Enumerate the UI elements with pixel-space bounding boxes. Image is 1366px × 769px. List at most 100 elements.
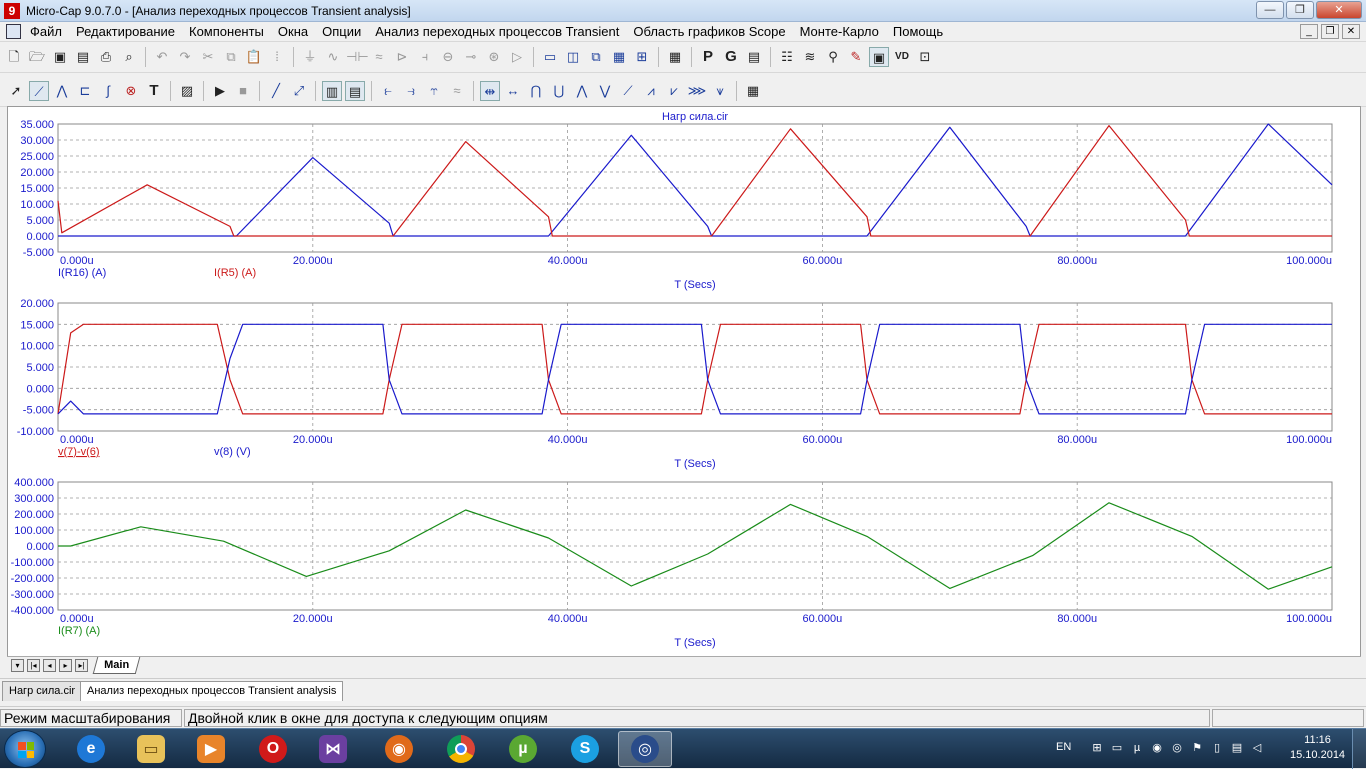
vd-icon[interactable]: VD bbox=[892, 47, 912, 67]
run-icon[interactable]: ▶ bbox=[210, 81, 230, 101]
plot-panel-2[interactable]: 20.000 15.000 10.000 5.000 0.000 -5.000 -10.00… bbox=[17, 298, 1333, 470]
microcap-icon[interactable]: ◎ bbox=[618, 731, 672, 767]
plot-window[interactable]: Нагр сила.cir 35.000 30.000 25.000 20.000 15.… bbox=[7, 106, 1361, 674]
resistor-icon[interactable]: ∿ bbox=[323, 47, 343, 67]
chrome-icon[interactable] bbox=[434, 731, 488, 767]
legend-label[interactable]: I(R5) (A) bbox=[214, 267, 256, 279]
tray-disc-icon[interactable]: ◎ bbox=[1170, 741, 1184, 755]
capacitor-icon[interactable]: ⊣⊢ bbox=[346, 47, 369, 67]
diode-icon[interactable]: ⊳ bbox=[392, 47, 412, 67]
legend-label[interactable]: v(8) (V) bbox=[214, 446, 251, 458]
plot-area[interactable]: Нагр сила.cir 35.000 30.000 25.000 20.000 15.… bbox=[8, 107, 1360, 657]
plot-layout-4-icon[interactable]: ▦ bbox=[609, 47, 629, 67]
menu-help[interactable]: Помощь bbox=[893, 24, 943, 39]
probe-icon[interactable]: ⚲ bbox=[823, 47, 843, 67]
tray-volume-icon[interactable]: ◁ bbox=[1250, 741, 1264, 755]
open-icon[interactable]: 🗁 bbox=[27, 47, 47, 67]
tab-main[interactable]: Main bbox=[92, 657, 141, 674]
menu-monte-carlo[interactable]: Монте-Карло bbox=[800, 24, 879, 39]
grid-horizontal-icon[interactable]: ▤ bbox=[345, 81, 365, 101]
internet-explorer-icon[interactable]: e bbox=[64, 731, 118, 767]
show-desktop-button[interactable] bbox=[1352, 729, 1366, 769]
print-icon[interactable]: ⎙ bbox=[96, 47, 116, 67]
numeric-output-icon[interactable]: ☷ bbox=[777, 47, 797, 67]
legend-label[interactable]: I(R16) (A) bbox=[58, 267, 106, 279]
max-icon[interactable]: ⋂ bbox=[526, 81, 546, 101]
next-point-icon[interactable]: ↔ bbox=[503, 81, 523, 101]
next-peak-icon[interactable]: ⋀ bbox=[572, 81, 592, 101]
opamp-icon[interactable]: ▷ bbox=[507, 47, 527, 67]
menu-scope[interactable]: Область графиков Scope bbox=[633, 24, 785, 39]
maximize-button[interactable]: ❐ bbox=[1286, 1, 1314, 19]
save-all-icon[interactable]: ▤ bbox=[73, 47, 93, 67]
tray-app-icon[interactable]: ◉ bbox=[1150, 741, 1164, 755]
media-player-icon[interactable]: ▶ bbox=[184, 731, 238, 767]
firefox-icon[interactable]: ◉ bbox=[372, 731, 426, 767]
stop-icon[interactable]: ■ bbox=[233, 81, 253, 101]
opera-icon[interactable]: O bbox=[246, 731, 300, 767]
close-button[interactable]: ✕ bbox=[1316, 1, 1362, 19]
pen-icon[interactable]: ✎ bbox=[846, 47, 866, 67]
minimize-button[interactable]: — bbox=[1256, 1, 1284, 19]
redo-icon[interactable]: ↷ bbox=[175, 47, 195, 67]
series-line[interactable] bbox=[58, 123, 1333, 237]
tray-flag-icon[interactable]: ⚑ bbox=[1190, 741, 1204, 755]
mdi-restore-button[interactable]: ❐ bbox=[1321, 24, 1339, 39]
cut-icon[interactable]: ✂ bbox=[198, 47, 218, 67]
start-button[interactable] bbox=[4, 730, 46, 768]
arrow-line-icon[interactable]: ⤢ bbox=[289, 81, 309, 101]
g-icon[interactable]: G bbox=[721, 47, 741, 67]
menu-file[interactable]: Файл bbox=[30, 24, 62, 39]
undo-icon[interactable]: ↶ bbox=[152, 47, 172, 67]
cursor-left-icon[interactable]: ⥼ bbox=[378, 81, 398, 101]
document-icon[interactable] bbox=[6, 24, 21, 39]
menu-windows[interactable]: Окна bbox=[278, 24, 308, 39]
scale-mode-icon[interactable]: ⟋ bbox=[29, 81, 49, 101]
line-icon[interactable]: ╱ bbox=[266, 81, 286, 101]
curve-icon[interactable]: ∫ bbox=[98, 81, 118, 101]
file-explorer-icon[interactable]: ▭ bbox=[124, 731, 178, 767]
plot-panel-1[interactable]: 35.000 30.000 25.000 20.000 15.000 10.000 5.00… bbox=[20, 119, 1333, 291]
plot-panel-3[interactable]: 400.000 300.000 200.000 100.000 0.000 -100.00… bbox=[11, 477, 1333, 649]
dropdown-arrow-icon[interactable]: ▾ bbox=[11, 659, 24, 672]
microcap-app-icon[interactable]: 9 bbox=[4, 3, 20, 19]
copy-icon[interactable]: ⧉ bbox=[221, 47, 241, 67]
mdi-minimize-button[interactable]: _ bbox=[1300, 24, 1318, 39]
utorrent-icon[interactable]: µ bbox=[496, 731, 550, 767]
p-icon[interactable]: P bbox=[698, 47, 718, 67]
print-preview-icon[interactable]: ⌕ bbox=[119, 47, 139, 67]
tray-network-icon[interactable]: ⊞ bbox=[1090, 741, 1104, 755]
inductor-icon[interactable]: ≈ bbox=[369, 47, 389, 67]
battery-icon[interactable]: ⫞ bbox=[415, 47, 435, 67]
npn-icon[interactable]: ⊸ bbox=[461, 47, 481, 67]
text-tool-icon[interactable]: T bbox=[144, 81, 164, 101]
legend-label[interactable]: v(7)-v(6) bbox=[58, 446, 100, 458]
min-icon[interactable]: ⋃ bbox=[549, 81, 569, 101]
properties-icon[interactable]: ▨ bbox=[177, 81, 197, 101]
tab-transient-analysis[interactable]: Анализ переходных процессов Transient an… bbox=[80, 681, 344, 701]
slope-icon[interactable]: ⟋ bbox=[618, 81, 638, 101]
inflection-icon[interactable]: ⋙ bbox=[687, 81, 707, 101]
skype-icon[interactable]: S bbox=[558, 731, 612, 767]
plot-layout-1-icon[interactable]: ▭ bbox=[540, 47, 560, 67]
peak-icon[interactable]: ⋀ bbox=[52, 81, 72, 101]
select-cursor-icon[interactable]: ➚ bbox=[6, 81, 26, 101]
cursor-right-icon[interactable]: ⥽ bbox=[401, 81, 421, 101]
series-line[interactable] bbox=[57, 125, 1332, 237]
waveform-icon[interactable]: ≋ bbox=[800, 47, 820, 67]
grid-vertical-icon[interactable]: ▥ bbox=[322, 81, 342, 101]
tab-circuit[interactable]: Нагр сила.cir bbox=[2, 681, 83, 701]
clock[interactable]: 11:16 15.10.2014 bbox=[1290, 733, 1345, 763]
graph-icon[interactable]: ⊡ bbox=[915, 47, 935, 67]
mdi-close-button[interactable]: ✕ bbox=[1342, 24, 1360, 39]
menu-edit[interactable]: Редактирование bbox=[76, 24, 175, 39]
tray-wifi-icon[interactable]: ▤ bbox=[1230, 741, 1244, 755]
cursor-both-icon[interactable]: ⥾ bbox=[424, 81, 444, 101]
transistor-icon[interactable]: ⊛ bbox=[484, 47, 504, 67]
menu-components[interactable]: Компоненты bbox=[189, 24, 264, 39]
menu-options[interactable]: Опции bbox=[322, 24, 361, 39]
series-line[interactable] bbox=[57, 323, 1332, 415]
table-icon[interactable]: ▦ bbox=[743, 81, 763, 101]
plot-layout-2-icon[interactable]: ◫ bbox=[563, 47, 583, 67]
save-icon[interactable]: ▣ bbox=[50, 47, 70, 67]
